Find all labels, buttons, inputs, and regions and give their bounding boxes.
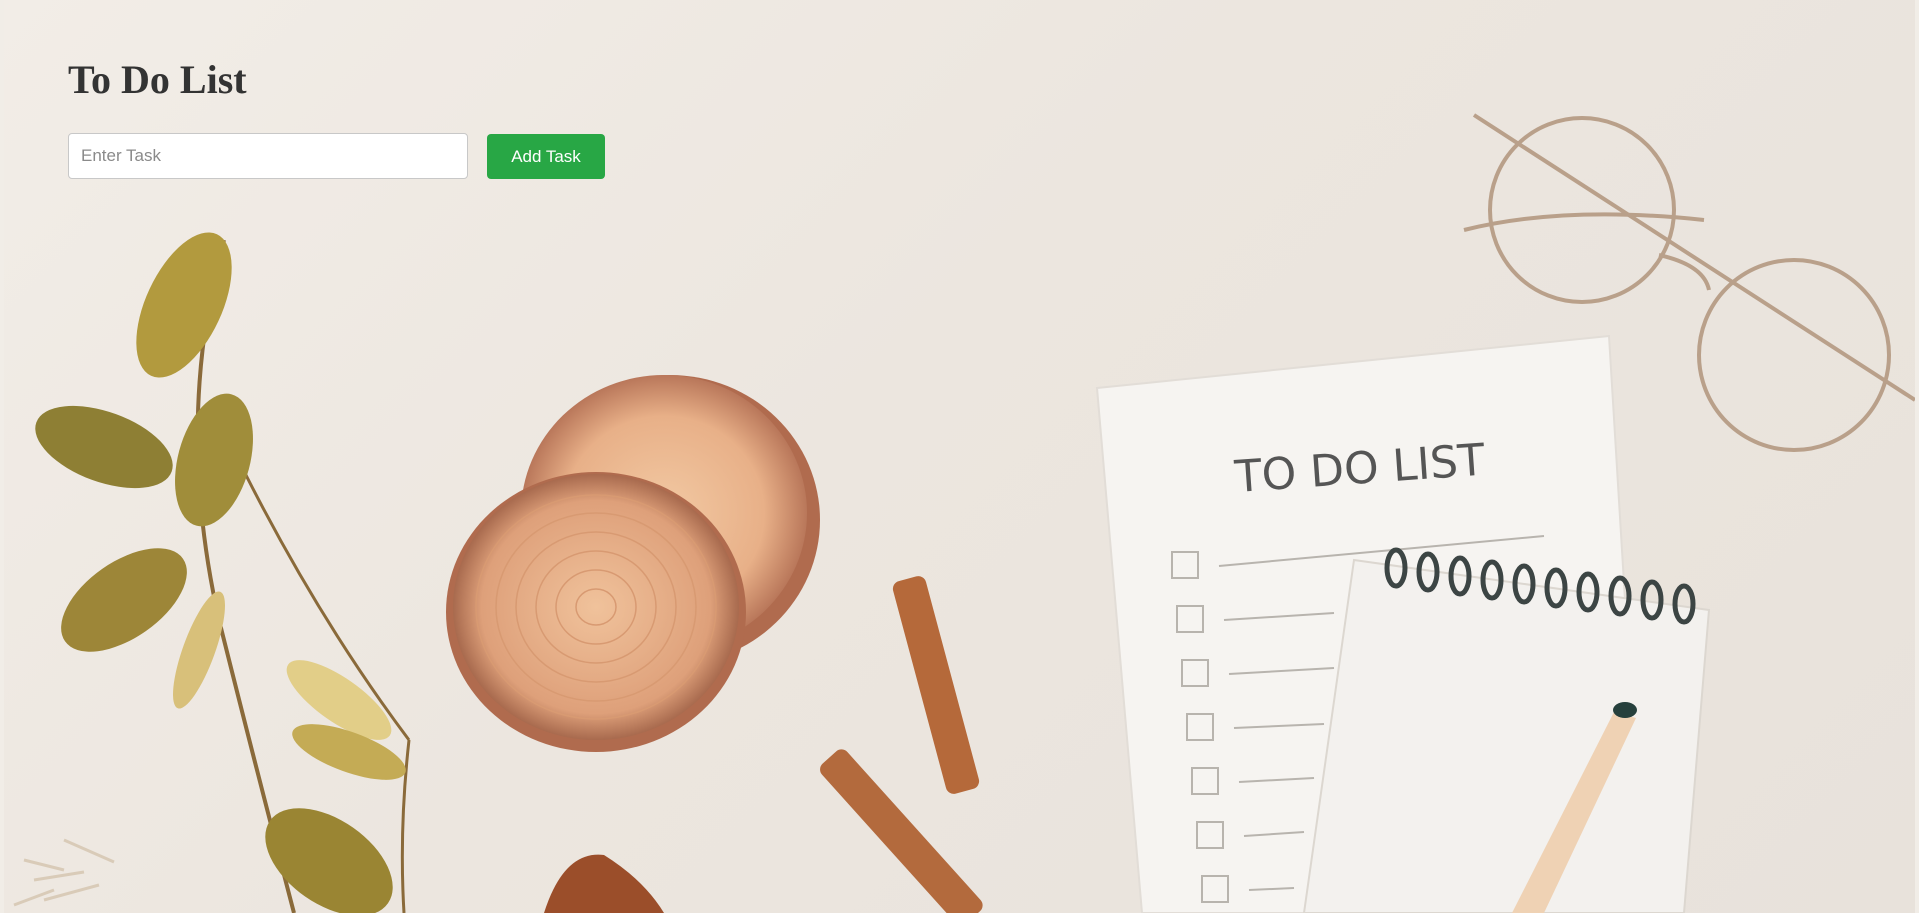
page-background: TO DO LIST To Do List Enter Task Add Tas… (4, 0, 1915, 913)
spiral-notebook (1302, 547, 1711, 913)
add-task-button[interactable]: Add Task (487, 134, 605, 179)
wood-slices (446, 375, 820, 752)
leaf-branch (13, 232, 411, 913)
cinnamon-sticks (820, 576, 983, 913)
page-title: To Do List (68, 57, 247, 102)
brown-leaf (544, 854, 664, 913)
task-input[interactable] (68, 133, 468, 179)
